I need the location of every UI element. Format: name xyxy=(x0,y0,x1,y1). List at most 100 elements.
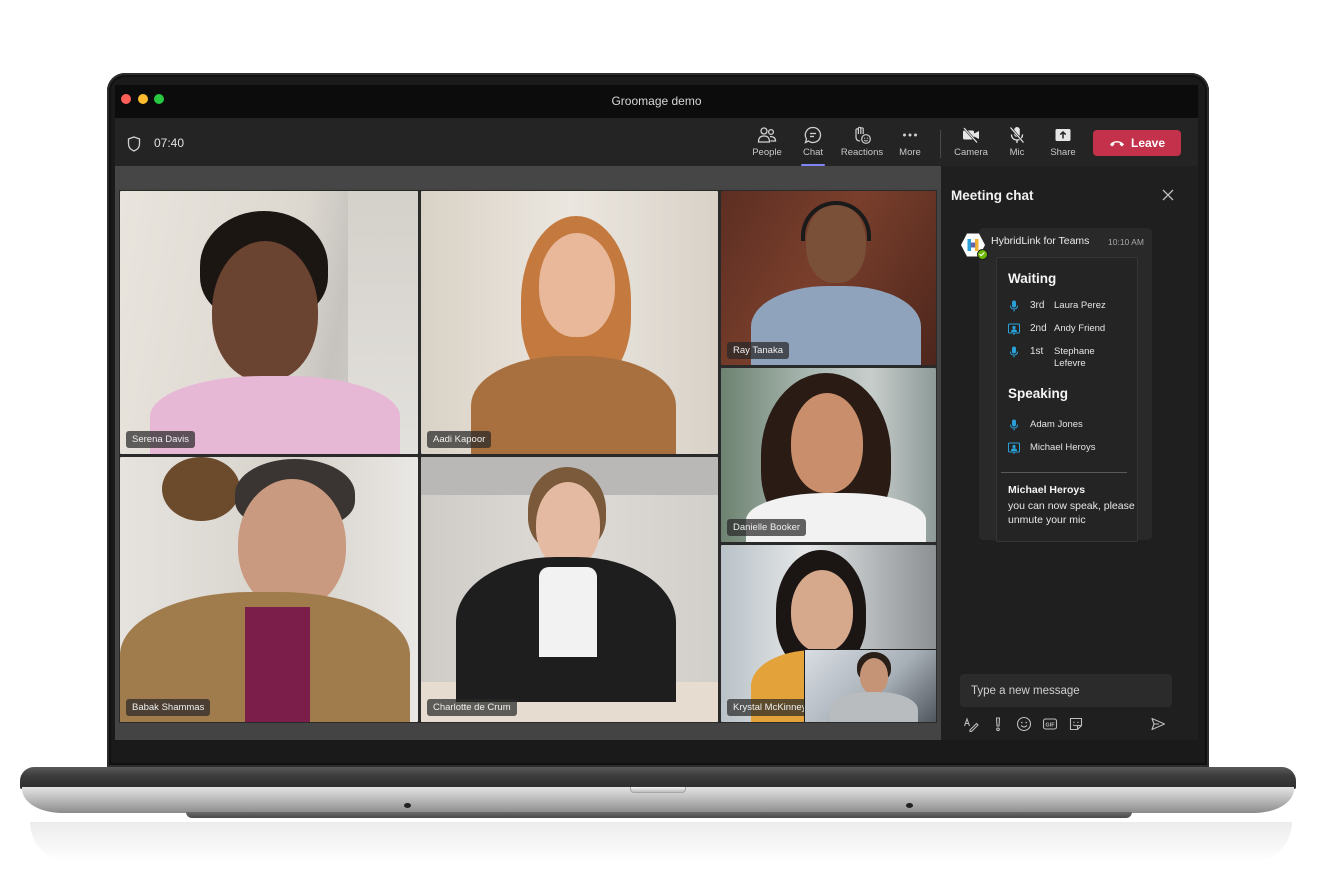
blouse xyxy=(539,567,597,657)
queue-name: Stephane Lefevre xyxy=(1054,346,1095,369)
priority-icon[interactable] xyxy=(990,716,1006,732)
participant-name: Aadi Kapoor xyxy=(427,431,492,448)
queue-rank: 3rd xyxy=(1030,300,1045,311)
camera-button[interactable]: Camera xyxy=(948,125,994,163)
meeting-toolbar: 07:40 People Chat Reactions More Camera … xyxy=(115,118,1198,166)
svg-text:GIF: GIF xyxy=(1045,723,1055,729)
queue-card: Waiting 3rd Laura Perez 2nd Andy Friend … xyxy=(996,257,1138,542)
more-button[interactable]: More xyxy=(887,125,933,163)
self-view-video[interactable] xyxy=(804,649,936,722)
presence-available-icon xyxy=(977,249,988,260)
card-divider xyxy=(1001,472,1127,473)
face xyxy=(791,570,853,652)
shirt xyxy=(245,607,310,722)
mic-icon xyxy=(1010,300,1018,312)
chat-panel-title: Meeting chat xyxy=(951,188,1034,203)
emoji-icon[interactable] xyxy=(1016,716,1032,732)
screen: Groomage demo 07:40 People Chat Reaction… xyxy=(115,85,1198,740)
mic-off-icon xyxy=(1009,126,1025,144)
video-tile[interactable]: Ray Tanaka xyxy=(721,191,936,365)
mic-label: Mic xyxy=(1009,147,1025,158)
compose-message-input[interactable] xyxy=(960,674,1172,707)
shield-icon xyxy=(127,136,141,152)
speaker-name: Michael Heroys xyxy=(1030,442,1096,453)
window-titlebar: Groomage demo xyxy=(115,85,1198,118)
laptop-foot xyxy=(186,812,1132,818)
video-tile[interactable]: Charlotte de Crum xyxy=(421,457,718,722)
queue-rank: 1st xyxy=(1030,346,1044,357)
share-label: Share xyxy=(1050,147,1076,158)
mic-icon xyxy=(1010,346,1018,358)
laptop-base xyxy=(20,767,1296,789)
video-tile[interactable]: Babak Shammas xyxy=(120,457,418,722)
participant-name: Danielle Booker xyxy=(727,519,807,536)
participant-name: Krystal McKinney xyxy=(727,699,813,716)
close-icon[interactable] xyxy=(1160,187,1176,203)
message-timestamp: 10:10 AM xyxy=(1108,237,1144,247)
gif-icon[interactable]: GIF xyxy=(1042,716,1058,732)
format-icon[interactable] xyxy=(963,716,979,732)
video-tile[interactable]: Danielle Booker xyxy=(721,368,936,542)
people-label: People xyxy=(752,147,782,158)
share-icon xyxy=(1055,129,1071,141)
reactions-label: Reactions xyxy=(840,147,884,158)
mic-icon xyxy=(1010,419,1018,431)
participant-name: Charlotte de Crum xyxy=(427,699,517,716)
room-icon xyxy=(1008,442,1020,454)
leave-button[interactable]: Leave xyxy=(1093,130,1181,156)
notice-text: you can now speak, please unmute your mi… xyxy=(1008,500,1135,526)
speaking-item: Adam Jones xyxy=(1008,419,1130,431)
chat-label: Chat xyxy=(802,147,824,158)
face xyxy=(238,479,346,609)
sticker-icon[interactable] xyxy=(1068,716,1084,732)
video-stage: Serena Davis Aadi Kapoor Ray Tanaka Dani… xyxy=(115,166,941,740)
more-icon xyxy=(903,133,917,137)
meeting-chat-panel: Meeting chat HybridLink for Teams 10:10 … xyxy=(941,166,1198,740)
participant-name: Babak Shammas xyxy=(126,699,211,716)
speaker-name: Adam Jones xyxy=(1030,419,1083,430)
video-grid: Serena Davis Aadi Kapoor Ray Tanaka Dani… xyxy=(119,190,937,723)
more-label: More xyxy=(899,147,921,158)
chat-icon xyxy=(804,126,822,144)
video-tile[interactable]: Krystal McKinney xyxy=(721,545,936,722)
waiting-queue-item: 1st Stephane Lefevre xyxy=(1008,346,1126,370)
laptop-opening-notch xyxy=(630,787,686,793)
stage-header-strip xyxy=(115,166,941,188)
camera-off-icon xyxy=(963,127,979,144)
queue-name: Laura Perez xyxy=(1054,300,1106,311)
notice-recipient: Michael Heroys xyxy=(1008,484,1086,496)
people-button[interactable]: People xyxy=(744,125,790,163)
reactions-button[interactable]: Reactions xyxy=(839,125,885,163)
face xyxy=(791,393,863,493)
participant-name: Serena Davis xyxy=(126,431,196,448)
queue-rank: 2nd xyxy=(1030,323,1047,334)
participant-name: Ray Tanaka xyxy=(727,342,789,359)
face xyxy=(536,482,600,568)
mic-button[interactable]: Mic xyxy=(994,125,1040,163)
laptop-reflection xyxy=(30,822,1292,862)
waiting-queue-item: 2nd Andy Friend xyxy=(1008,323,1126,335)
wall-decor xyxy=(162,457,240,521)
laptop-foot-hole xyxy=(906,803,913,808)
top xyxy=(471,356,676,454)
meeting-timer: 07:40 xyxy=(154,136,185,150)
people-icon xyxy=(757,127,777,143)
face xyxy=(212,241,318,381)
face xyxy=(539,233,615,337)
queue-name: Andy Friend xyxy=(1054,323,1106,334)
speaking-heading: Speaking xyxy=(1008,386,1069,401)
video-tile[interactable]: Aadi Kapoor xyxy=(421,191,718,454)
waiting-queue-item: 3rd Laura Perez xyxy=(1008,300,1126,312)
share-button[interactable]: Share xyxy=(1040,125,1086,163)
chat-button[interactable]: Chat xyxy=(790,125,836,166)
sweater xyxy=(830,692,918,722)
waiting-heading: Waiting xyxy=(1008,271,1057,286)
send-icon[interactable] xyxy=(1150,716,1166,732)
leave-label: Leave xyxy=(1130,136,1166,150)
window-title: Groomage demo xyxy=(611,94,702,108)
video-tile[interactable]: Serena Davis xyxy=(120,191,418,454)
laptop-foot-hole xyxy=(404,803,411,808)
speaking-item: Michael Heroys xyxy=(1008,442,1130,454)
room-icon xyxy=(1008,323,1020,335)
hang-up-icon xyxy=(1109,141,1124,147)
